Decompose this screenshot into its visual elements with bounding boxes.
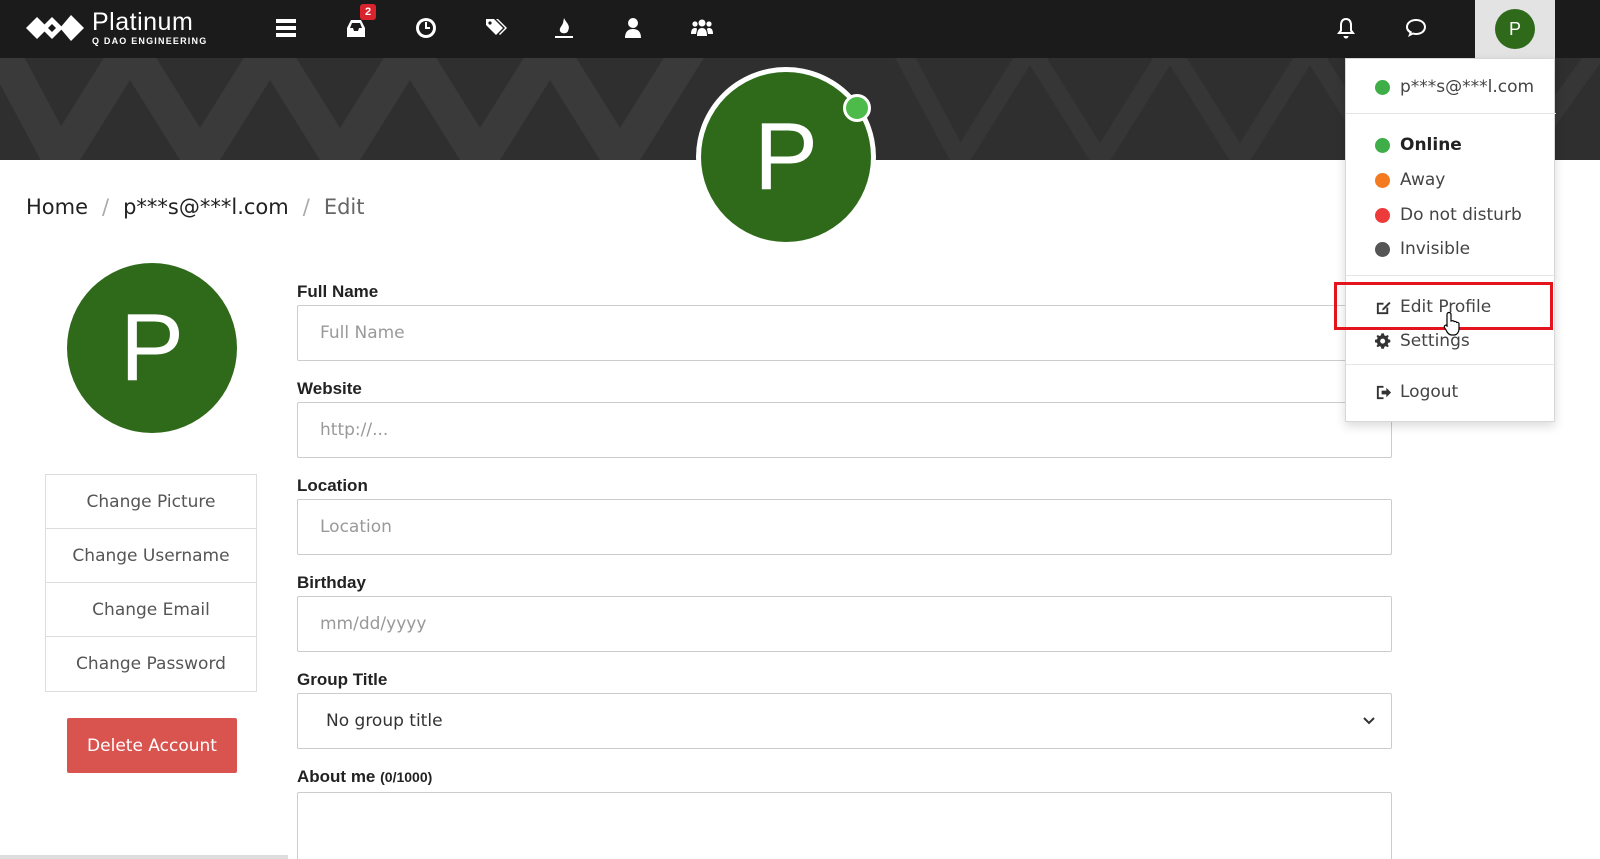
breadcrumb-separator: / bbox=[302, 195, 310, 219]
delete-account-button[interactable]: Delete Account bbox=[67, 718, 237, 773]
group-title-label: Group Title bbox=[297, 670, 388, 689]
nav-avatar: P bbox=[1495, 9, 1535, 49]
website-placeholder: http://... bbox=[320, 420, 389, 440]
invisible-dot-icon bbox=[1375, 241, 1390, 257]
profile-avatar-large: P bbox=[696, 67, 876, 247]
birthday-input[interactable]: mm/dd/yyyy bbox=[297, 596, 1392, 652]
brand[interactable]: Platinum Q DAO ENGINEERING bbox=[24, 6, 207, 50]
birthday-placeholder: mm/dd/yyyy bbox=[320, 614, 427, 634]
status-invisible-label: Invisible bbox=[1400, 239, 1471, 259]
change-picture-button[interactable]: Change Picture bbox=[46, 475, 256, 529]
website-label: Website bbox=[297, 379, 362, 398]
profile-avatar: P bbox=[67, 263, 237, 433]
breadcrumb-user[interactable]: p***s@***l.com bbox=[123, 195, 289, 219]
logout-item[interactable]: Logout bbox=[1346, 377, 1556, 407]
account-actions-list: Change Picture Change Username Change Em… bbox=[45, 474, 257, 692]
dropdown-email-text: p***s@***l.com bbox=[1400, 77, 1535, 97]
status-away-label: Away bbox=[1400, 170, 1446, 190]
birthday-label: Birthday bbox=[297, 573, 366, 592]
fullname-label: Full Name bbox=[297, 282, 379, 301]
location-label: Location bbox=[297, 476, 368, 495]
status-online-label: Online bbox=[1400, 135, 1462, 155]
fullname-placeholder: Full Name bbox=[320, 323, 405, 343]
brand-logo-icon bbox=[24, 11, 86, 45]
tags-icon[interactable] bbox=[478, 10, 514, 46]
brand-name: Platinum bbox=[92, 8, 194, 36]
about-counter: (0/1000) bbox=[380, 769, 433, 785]
chat-icon[interactable] bbox=[1398, 10, 1434, 46]
chevron-down-icon bbox=[1363, 717, 1375, 725]
status-dnd[interactable]: Do not disturb bbox=[1346, 200, 1556, 230]
unread-badge: 2 bbox=[360, 4, 376, 20]
gear-icon bbox=[1374, 332, 1392, 350]
breadcrumb-separator: / bbox=[102, 195, 110, 219]
groups-icon[interactable] bbox=[684, 10, 720, 46]
about-label: About me (0/1000) bbox=[297, 767, 432, 787]
categories-icon[interactable] bbox=[268, 10, 304, 46]
status-online[interactable]: Online bbox=[1346, 130, 1556, 160]
about-label-text: About me bbox=[297, 767, 376, 786]
breadcrumb-current: Edit bbox=[323, 195, 365, 219]
divider bbox=[1346, 364, 1556, 365]
status-away[interactable]: Away bbox=[1346, 165, 1556, 195]
recent-icon[interactable] bbox=[408, 10, 444, 46]
divider bbox=[1346, 113, 1556, 114]
user-menu-toggle[interactable]: P bbox=[1475, 0, 1555, 58]
change-password-button[interactable]: Change Password bbox=[46, 637, 256, 691]
location-placeholder: Location bbox=[320, 517, 392, 537]
location-input[interactable]: Location bbox=[297, 499, 1392, 555]
website-input[interactable]: http://... bbox=[297, 402, 1392, 458]
users-icon[interactable] bbox=[615, 10, 651, 46]
breadcrumb: Home / p***s@***l.com / Edit bbox=[26, 195, 364, 219]
bell-icon[interactable] bbox=[1328, 10, 1364, 46]
divider bbox=[1346, 275, 1556, 276]
status-dnd-label: Do not disturb bbox=[1400, 205, 1522, 225]
breadcrumb-home[interactable]: Home bbox=[26, 195, 88, 219]
user-dropdown-menu: p***s@***l.com Online Away Do not distur… bbox=[1345, 58, 1556, 422]
group-title-value: No group title bbox=[326, 711, 443, 731]
dropdown-user-email[interactable]: p***s@***l.com bbox=[1346, 72, 1556, 102]
status-invisible[interactable]: Invisible bbox=[1346, 234, 1556, 264]
brand-subtitle: Q DAO ENGINEERING bbox=[92, 36, 208, 46]
group-title-select[interactable]: No group title bbox=[297, 693, 1392, 749]
dnd-dot-icon bbox=[1375, 207, 1390, 223]
logout-icon bbox=[1374, 383, 1392, 401]
online-dot-icon bbox=[1375, 137, 1390, 153]
away-dot-icon bbox=[1375, 172, 1390, 188]
about-textarea[interactable] bbox=[297, 792, 1392, 859]
fullname-input[interactable]: Full Name bbox=[297, 305, 1392, 361]
popular-icon[interactable] bbox=[546, 10, 582, 46]
horizontal-scrollbar[interactable] bbox=[0, 855, 288, 859]
hand-cursor-icon bbox=[1443, 311, 1460, 336]
change-username-button[interactable]: Change Username bbox=[46, 529, 256, 583]
top-navbar: Platinum Q DAO ENGINEERING 2 P bbox=[0, 0, 1600, 58]
unread-icon[interactable]: 2 bbox=[338, 4, 376, 46]
logout-label: Logout bbox=[1400, 382, 1459, 402]
change-email-button[interactable]: Change Email bbox=[46, 583, 256, 637]
online-dot-icon bbox=[1375, 79, 1390, 95]
status-indicator bbox=[843, 94, 871, 122]
